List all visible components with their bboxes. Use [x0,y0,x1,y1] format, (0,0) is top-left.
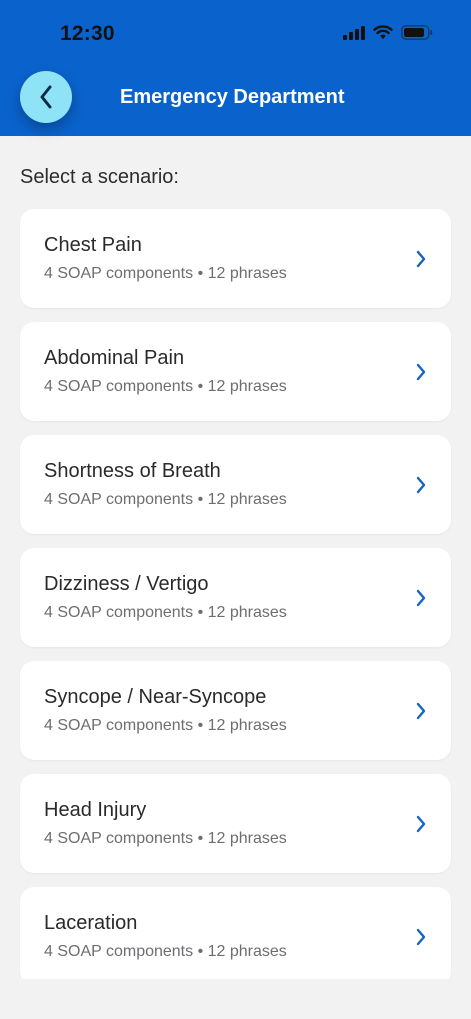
scenario-title: Laceration [44,912,138,934]
scenario-card[interactable]: Chest Pain 4 SOAP components • 12 phrase… [20,209,451,308]
scenario-card[interactable]: Dizziness / Vertigo 4 SOAP components • … [20,548,451,647]
chevron-right-icon [416,363,426,381]
scenario-subtitle: 4 SOAP components • 12 phrases [44,378,287,395]
scenario-card[interactable]: Head Injury 4 SOAP components • 12 phras… [20,774,451,873]
scenario-title: Shortness of Breath [44,460,221,482]
scenario-title: Head Injury [44,799,147,821]
scenario-subtitle: 4 SOAP components • 12 phrases [44,604,287,621]
scenario-subtitle: 4 SOAP components • 12 phrases [44,830,287,847]
scenario-title: Abdominal Pain [44,347,185,369]
scenario-subtitle: 4 SOAP components • 12 phrases [44,491,287,508]
scenario-card[interactable]: Abdominal Pain 4 SOAP components • 12 ph… [20,322,451,421]
scenario-subtitle: 4 SOAP components • 12 phrases [44,265,287,282]
chevron-right-icon [416,928,426,946]
chevron-right-icon [416,702,426,720]
chevron-right-icon [416,815,426,833]
scenario-title: Syncope / Near-Syncope [44,686,267,708]
scenario-title: Chest Pain [44,234,142,256]
scenario-list: Chest Pain 4 SOAP components • 12 phrase… [20,209,451,979]
scenario-subtitle: 4 SOAP components • 12 phrases [44,943,287,960]
scenario-list-viewport: Chest Pain 4 SOAP components • 12 phrase… [0,0,471,979]
chevron-right-icon [416,589,426,607]
scenario-card[interactable]: Shortness of Breath 4 SOAP components • … [20,435,451,534]
scenario-title: Dizziness / Vertigo [44,573,209,595]
scenario-card[interactable]: Laceration 4 SOAP components • 12 phrase… [20,887,451,979]
chevron-right-icon [416,250,426,268]
scenario-card[interactable]: Syncope / Near-Syncope 4 SOAP components… [20,661,451,760]
scenario-subtitle: 4 SOAP components • 12 phrases [44,717,287,734]
chevron-right-icon [416,476,426,494]
